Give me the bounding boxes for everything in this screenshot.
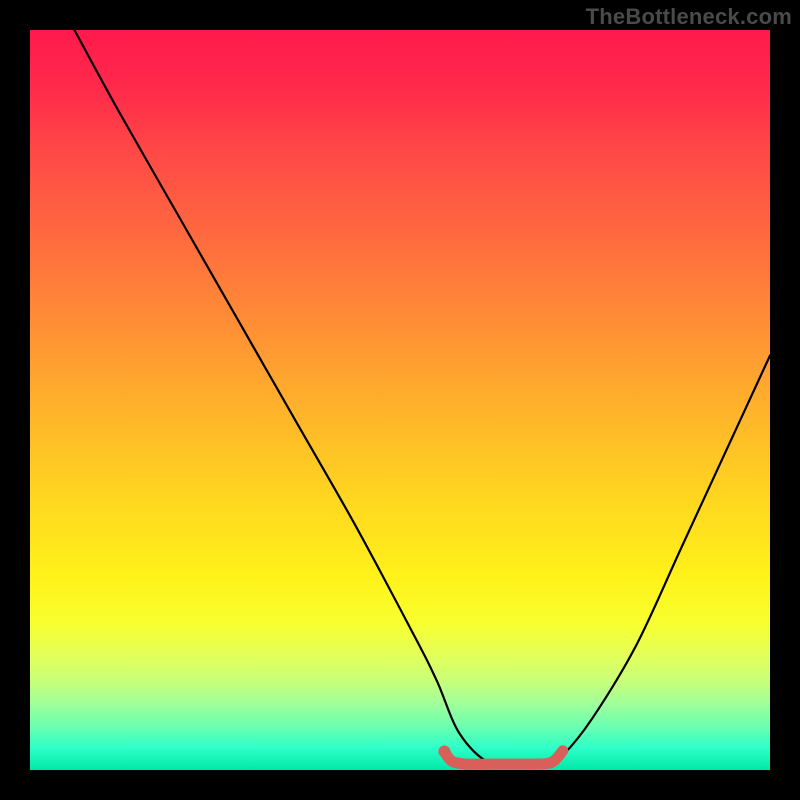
plot-area	[30, 30, 770, 770]
chart-svg	[30, 30, 770, 770]
chart-frame: TheBottleneck.com	[0, 0, 800, 800]
optimal-range-marker	[444, 751, 562, 765]
bottleneck-curve	[74, 30, 770, 765]
watermark-text: TheBottleneck.com	[586, 4, 792, 30]
optimal-start-dot	[438, 746, 450, 758]
